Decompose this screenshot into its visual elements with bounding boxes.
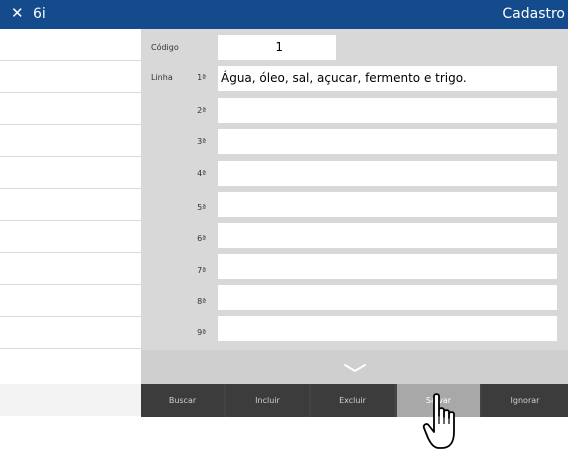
line-number: 7ª [197, 266, 206, 275]
line-field-8[interactable] [218, 285, 557, 310]
line-number: 1ª [197, 73, 206, 82]
list-item[interactable] [0, 125, 141, 157]
line-field-2[interactable] [218, 98, 557, 123]
title-bar: ✕ 6i Cadastro [0, 0, 568, 29]
list-item[interactable] [0, 61, 141, 93]
line-field-1[interactable]: Água, óleo, sal, açucar, fermento e trig… [218, 66, 557, 91]
window-title: Cadastro [502, 6, 565, 22]
action-toolbar: Buscar Incluir Excluir Salvar Ignorar [141, 384, 568, 417]
expand-bar [141, 350, 568, 384]
line-field-5[interactable] [218, 192, 557, 217]
incluir-button[interactable]: Incluir [226, 384, 309, 417]
list-item[interactable] [0, 221, 141, 253]
line-number: 3ª [197, 137, 206, 146]
list-item[interactable] [0, 317, 141, 349]
linha-label: Linha [151, 73, 173, 82]
list-item[interactable] [0, 189, 141, 221]
line-number: 9ª [197, 328, 206, 337]
codigo-field[interactable]: 1 [218, 35, 336, 60]
line-number: 4ª [197, 169, 206, 178]
list-item[interactable] [0, 285, 141, 317]
line-number: 8ª [197, 297, 206, 306]
line-field-4[interactable] [218, 161, 557, 186]
line-number: 2ª [197, 106, 206, 115]
line-field-6[interactable] [218, 223, 557, 248]
line-number: 5ª [197, 203, 206, 212]
buscar-button[interactable]: Buscar [141, 384, 224, 417]
list-item[interactable] [0, 384, 141, 416]
list-item[interactable] [0, 157, 141, 189]
line-number: 6ª [197, 234, 206, 243]
line-field-9[interactable] [218, 316, 557, 341]
line-field-3[interactable] [218, 129, 557, 154]
edit-form: Código 1 Linha 1ª Água, óleo, sal, açuca… [141, 29, 568, 350]
list-item[interactable] [0, 93, 141, 125]
window-id-label: 6i [33, 6, 46, 22]
list-item[interactable] [0, 253, 141, 285]
hand-pointer-icon [422, 393, 455, 449]
ignorar-button[interactable]: Ignorar [482, 384, 568, 417]
record-list [0, 29, 141, 417]
list-item[interactable] [0, 29, 141, 61]
line-field-7[interactable] [218, 254, 557, 279]
codigo-label: Código [151, 43, 179, 52]
chevron-down-icon[interactable] [343, 363, 367, 373]
excluir-button[interactable]: Excluir [311, 384, 394, 417]
close-icon[interactable]: ✕ [11, 6, 24, 21]
